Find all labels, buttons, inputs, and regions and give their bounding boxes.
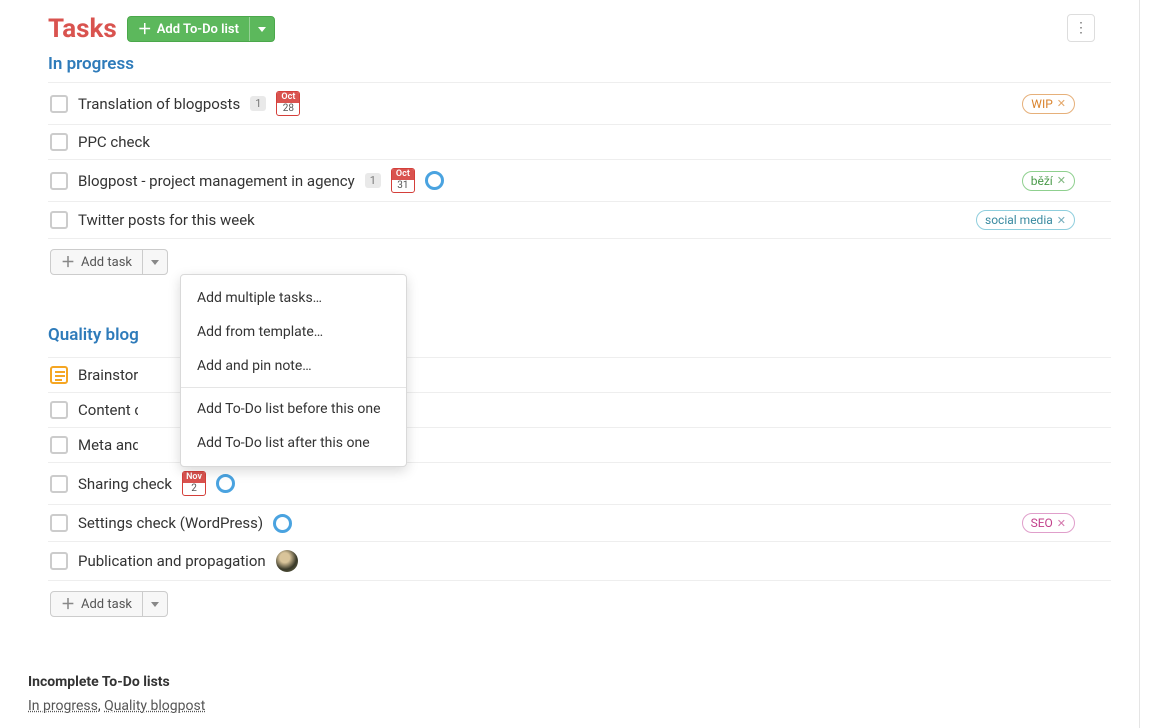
tag-bezi[interactable]: běží ✕ xyxy=(1022,171,1075,191)
add-todo-list-button[interactable]: ＋ Add To-Do list xyxy=(128,17,249,41)
caret-down-icon xyxy=(151,602,159,607)
task-name[interactable]: Meta and images xyxy=(78,436,138,454)
page-title: Tasks xyxy=(48,14,117,44)
close-icon[interactable]: ✕ xyxy=(1057,174,1066,187)
add-task-label: Add task xyxy=(81,597,132,612)
add-task-label: Add task xyxy=(81,255,132,270)
date-badge[interactable]: Oct 31 xyxy=(391,168,415,193)
tag-social-media[interactable]: social media ✕ xyxy=(976,210,1075,230)
checkbox[interactable] xyxy=(50,552,68,570)
checkbox[interactable] xyxy=(50,436,68,454)
task-name[interactable]: Content check xyxy=(78,401,138,419)
incomplete-heading: Incomplete To-Do lists xyxy=(28,674,205,690)
avatar[interactable] xyxy=(276,550,298,572)
date-day: 28 xyxy=(277,103,299,115)
task-name[interactable]: Brainstorming xyxy=(78,366,138,384)
checkbox[interactable] xyxy=(50,475,68,493)
tag-wip[interactable]: WIP ✕ xyxy=(1022,94,1075,114)
task-name[interactable]: Twitter posts for this week xyxy=(78,211,255,229)
avatar-icon[interactable] xyxy=(425,171,444,190)
date-day: 31 xyxy=(392,180,414,192)
task-row[interactable]: Translation of blogposts 1 Oct 28 WIP ✕ xyxy=(48,82,1111,124)
task-row[interactable]: Twitter posts for this week social media… xyxy=(48,201,1111,239)
task-name[interactable]: Blogpost - project management in agency xyxy=(78,172,355,190)
section-title-quality-blogpost[interactable]: Quality blogpost xyxy=(48,325,138,345)
date-badge[interactable]: Oct 28 xyxy=(276,91,300,116)
add-todo-list-caret[interactable] xyxy=(249,17,274,41)
date-month: Oct xyxy=(277,92,299,103)
checkbox[interactable] xyxy=(50,401,68,419)
section-title-in-progress[interactable]: In progress xyxy=(48,54,1111,74)
menu-item-add-from-template[interactable]: Add from template… xyxy=(181,315,406,349)
plus-icon: ＋ xyxy=(138,19,152,39)
date-month: Oct xyxy=(392,169,414,180)
close-icon[interactable]: ✕ xyxy=(1057,517,1066,530)
menu-divider xyxy=(181,387,406,388)
task-name[interactable]: Translation of blogposts xyxy=(78,95,240,113)
task-row[interactable]: Sharing check Nov 2 xyxy=(48,462,1111,504)
close-icon[interactable]: ✕ xyxy=(1057,97,1066,110)
count-badge: 1 xyxy=(250,96,266,111)
task-name[interactable]: Publication and propagation xyxy=(78,552,266,570)
task-name[interactable]: Settings check (WordPress) xyxy=(78,514,263,532)
task-row[interactable]: PPC check xyxy=(48,124,1111,159)
date-badge[interactable]: Nov 2 xyxy=(182,471,206,496)
date-day: 2 xyxy=(183,483,205,495)
menu-item-add-list-before[interactable]: Add To-Do list before this one xyxy=(181,392,406,426)
task-row[interactable]: Blogpost - project management in agency … xyxy=(48,159,1111,201)
add-todo-list-button-group: ＋ Add To-Do list xyxy=(127,16,275,42)
incomplete-todo-lists: Incomplete To-Do lists In progress, Qual… xyxy=(28,674,205,714)
kebab-icon: ⋮ xyxy=(1074,20,1088,36)
add-task-caret[interactable] xyxy=(142,250,167,274)
tag-text: SEO xyxy=(1031,516,1053,530)
add-todo-list-label: Add To-Do list xyxy=(157,22,239,37)
plus-icon: ＋ xyxy=(61,594,75,614)
more-options-button[interactable]: ⋮ xyxy=(1067,14,1095,42)
add-task-button[interactable]: ＋ Add task xyxy=(51,250,142,274)
avatar-icon[interactable] xyxy=(273,514,292,533)
add-task-caret[interactable] xyxy=(142,592,167,616)
task-name[interactable]: Sharing check xyxy=(78,475,172,493)
task-list-in-progress: Translation of blogposts 1 Oct 28 WIP ✕ … xyxy=(48,82,1111,239)
add-task-button-group: ＋ Add task xyxy=(50,249,168,275)
tag-text: běží xyxy=(1031,174,1053,188)
checkbox[interactable] xyxy=(50,514,68,532)
caret-down-icon xyxy=(151,260,159,265)
avatar-icon[interactable] xyxy=(216,474,235,493)
task-name[interactable]: PPC check xyxy=(78,133,150,151)
date-month: Nov xyxy=(183,472,205,483)
incomplete-link-quality-blogpost[interactable]: Quality blogpost xyxy=(104,698,205,714)
menu-item-add-multiple-tasks[interactable]: Add multiple tasks… xyxy=(181,281,406,315)
add-task-dropdown: Add multiple tasks… Add from template… A… xyxy=(180,274,407,467)
checkbox[interactable] xyxy=(50,133,68,151)
task-row[interactable]: Settings check (WordPress) SEO ✕ xyxy=(48,504,1111,541)
incomplete-link-in-progress[interactable]: In progress xyxy=(28,698,98,714)
tag-text: social media xyxy=(985,213,1053,227)
menu-item-add-and-pin-note[interactable]: Add and pin note… xyxy=(181,349,406,383)
plus-icon: ＋ xyxy=(61,252,75,272)
caret-down-icon xyxy=(258,27,266,32)
count-badge: 1 xyxy=(365,173,381,188)
add-task-button[interactable]: ＋ Add task xyxy=(51,592,142,616)
menu-item-add-list-after[interactable]: Add To-Do list after this one xyxy=(181,426,406,460)
close-icon[interactable]: ✕ xyxy=(1057,214,1066,227)
tag-seo[interactable]: SEO ✕ xyxy=(1022,513,1075,533)
checkbox[interactable] xyxy=(50,172,68,190)
tag-text: WIP xyxy=(1031,97,1052,111)
task-row[interactable]: Publication and propagation xyxy=(48,541,1111,581)
checkbox[interactable] xyxy=(50,211,68,229)
checkbox[interactable] xyxy=(50,95,68,113)
add-task-button-group: ＋ Add task xyxy=(50,591,168,617)
note-icon[interactable] xyxy=(50,366,68,384)
